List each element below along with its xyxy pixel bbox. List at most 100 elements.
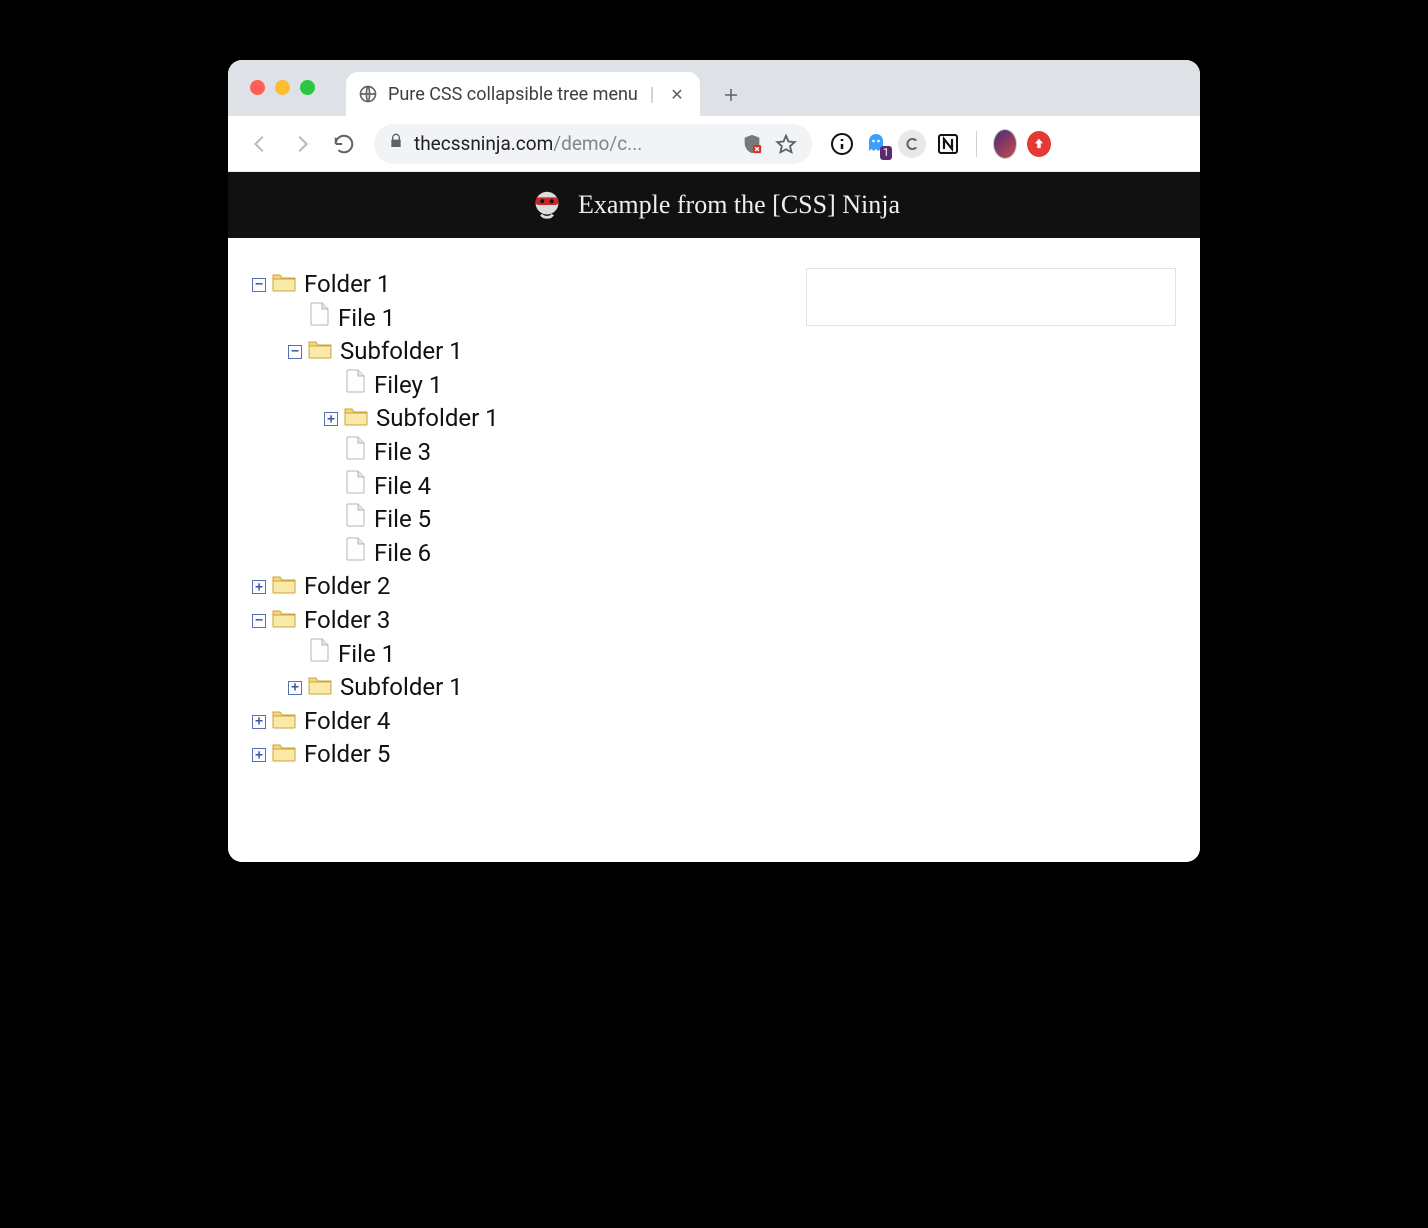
tree-node: File 1 <box>288 638 499 672</box>
node-label: Subfolder 1 <box>340 671 463 705</box>
url-text: thecssninja.com/demo/c... <box>414 132 642 155</box>
banner-text: Example from the [CSS] Ninja <box>578 190 900 220</box>
window-minimize-button[interactable] <box>275 80 290 95</box>
file-icon <box>346 436 366 470</box>
tree-node: + Subfolder 1 <box>288 671 499 705</box>
tree-node: File 4 <box>324 470 499 504</box>
folder-icon <box>272 570 296 604</box>
folder-row[interactable]: + Folder 4 <box>252 705 499 739</box>
browser-window: Pure CSS collapsible tree menu | ✕ thecs… <box>228 60 1200 862</box>
collapse-toggle-icon[interactable]: − <box>252 614 266 628</box>
extension-c-icon[interactable] <box>898 130 926 158</box>
folder-icon <box>308 335 332 369</box>
tree-node: File 6 <box>324 537 499 571</box>
file-icon <box>310 302 330 336</box>
tab-close-button[interactable]: ✕ <box>666 83 687 106</box>
extension-info-icon[interactable] <box>830 132 854 156</box>
folder-row[interactable]: − Subfolder 1 <box>288 335 499 369</box>
file-icon <box>346 369 366 403</box>
window-maximize-button[interactable] <box>300 80 315 95</box>
node-label: Subfolder 1 <box>376 402 499 436</box>
file-icon <box>310 638 330 672</box>
file-icon <box>346 537 366 571</box>
reload-button[interactable] <box>326 126 362 162</box>
file-row[interactable]: File 1 <box>288 638 499 672</box>
file-row[interactable]: File 6 <box>324 537 499 571</box>
tree-node: + Folder 4 <box>252 705 499 739</box>
file-row[interactable]: File 1 <box>288 302 499 336</box>
extension-badge: 1 <box>880 146 892 160</box>
site-info-shield-icon[interactable] <box>740 132 764 156</box>
tab-strip: Pure CSS collapsible tree menu | ✕ <box>228 60 1200 116</box>
folder-row[interactable]: + Subfolder 1 <box>288 671 499 705</box>
file-row[interactable]: Filey 1 <box>324 369 499 403</box>
tab-divider: | <box>650 84 654 105</box>
collapse-toggle-icon[interactable]: − <box>288 345 302 359</box>
folder-icon <box>272 268 296 302</box>
toolbar-divider <box>976 131 977 157</box>
folder-icon <box>344 402 368 436</box>
browser-toolbar: thecssninja.com/demo/c... 1 <box>228 116 1200 172</box>
node-label: Folder 4 <box>304 705 390 739</box>
tree-node: + Folder 2 <box>252 570 499 604</box>
expand-toggle-icon[interactable]: + <box>252 580 266 594</box>
window-close-button[interactable] <box>250 80 265 95</box>
back-button[interactable] <box>242 126 278 162</box>
extension-ghostery-icon[interactable]: 1 <box>864 132 888 156</box>
browser-tab-active[interactable]: Pure CSS collapsible tree menu | ✕ <box>346 72 700 116</box>
node-label: File 3 <box>374 436 431 470</box>
expand-toggle-icon[interactable]: + <box>288 681 302 695</box>
file-row[interactable]: File 4 <box>324 470 499 504</box>
extension-notion-icon[interactable] <box>936 132 960 156</box>
forward-button[interactable] <box>284 126 320 162</box>
globe-icon <box>358 84 378 104</box>
file-row[interactable]: File 3 <box>324 436 499 470</box>
node-label: Folder 1 <box>304 268 390 302</box>
tree-view: −Folder 1File 1−Subfolder 1Filey 1+Subfo… <box>252 268 499 772</box>
update-available-icon[interactable] <box>1027 132 1051 156</box>
node-label: File 6 <box>374 537 431 571</box>
profile-avatar[interactable] <box>993 132 1017 156</box>
node-label: Folder 2 <box>304 570 390 604</box>
page-content: Example from the [CSS] Ninja −Folder 1Fi… <box>228 172 1200 862</box>
url-path: /demo/c... <box>553 132 642 155</box>
tree-node: Filey 1 <box>324 369 499 403</box>
tree-node: File 3 <box>324 436 499 470</box>
node-label: Subfolder 1 <box>340 335 463 369</box>
tree-node: File 1 <box>288 302 499 336</box>
node-label: Filey 1 <box>374 369 442 403</box>
node-label: File 4 <box>374 470 431 504</box>
tree-node: + Subfolder 1 <box>324 402 499 436</box>
folder-icon <box>272 604 296 638</box>
window-controls <box>250 80 315 95</box>
folder-row[interactable]: + Subfolder 1 <box>324 402 499 436</box>
address-bar[interactable]: thecssninja.com/demo/c... <box>374 124 812 164</box>
folder-row[interactable]: − Folder 3 <box>252 604 499 638</box>
page-banner: Example from the [CSS] Ninja <box>228 172 1200 238</box>
file-row[interactable]: File 5 <box>324 503 499 537</box>
expand-toggle-icon[interactable]: + <box>252 748 266 762</box>
new-tab-button[interactable] <box>716 80 746 110</box>
tree-node: − Folder 1File 1 − Subfolder 1Filey 1 + Subfo… <box>252 268 499 570</box>
folder-row[interactable]: + Folder 5 <box>252 738 499 772</box>
folder-icon <box>272 738 296 772</box>
folder-icon <box>272 705 296 739</box>
folder-row[interactable]: + Folder 2 <box>252 570 499 604</box>
node-label: Folder 3 <box>304 604 390 638</box>
file-icon <box>346 503 366 537</box>
bookmark-star-icon[interactable] <box>774 132 798 156</box>
node-label: File 5 <box>374 503 431 537</box>
lock-icon <box>388 132 404 155</box>
node-label: File 1 <box>338 302 395 336</box>
expand-toggle-icon[interactable]: + <box>324 412 338 426</box>
extensions-area: 1 <box>830 130 1051 158</box>
tab-title: Pure CSS collapsible tree menu <box>388 84 638 105</box>
ninja-icon <box>528 186 566 224</box>
expand-toggle-icon[interactable]: + <box>252 715 266 729</box>
folder-row[interactable]: − Folder 1 <box>252 268 499 302</box>
tree-node: − Folder 3File 1 + Subfolder 1 <box>252 604 499 705</box>
node-label: Folder 5 <box>304 738 390 772</box>
folder-icon <box>308 671 332 705</box>
side-advert-box <box>806 268 1176 326</box>
collapse-toggle-icon[interactable]: − <box>252 278 266 292</box>
